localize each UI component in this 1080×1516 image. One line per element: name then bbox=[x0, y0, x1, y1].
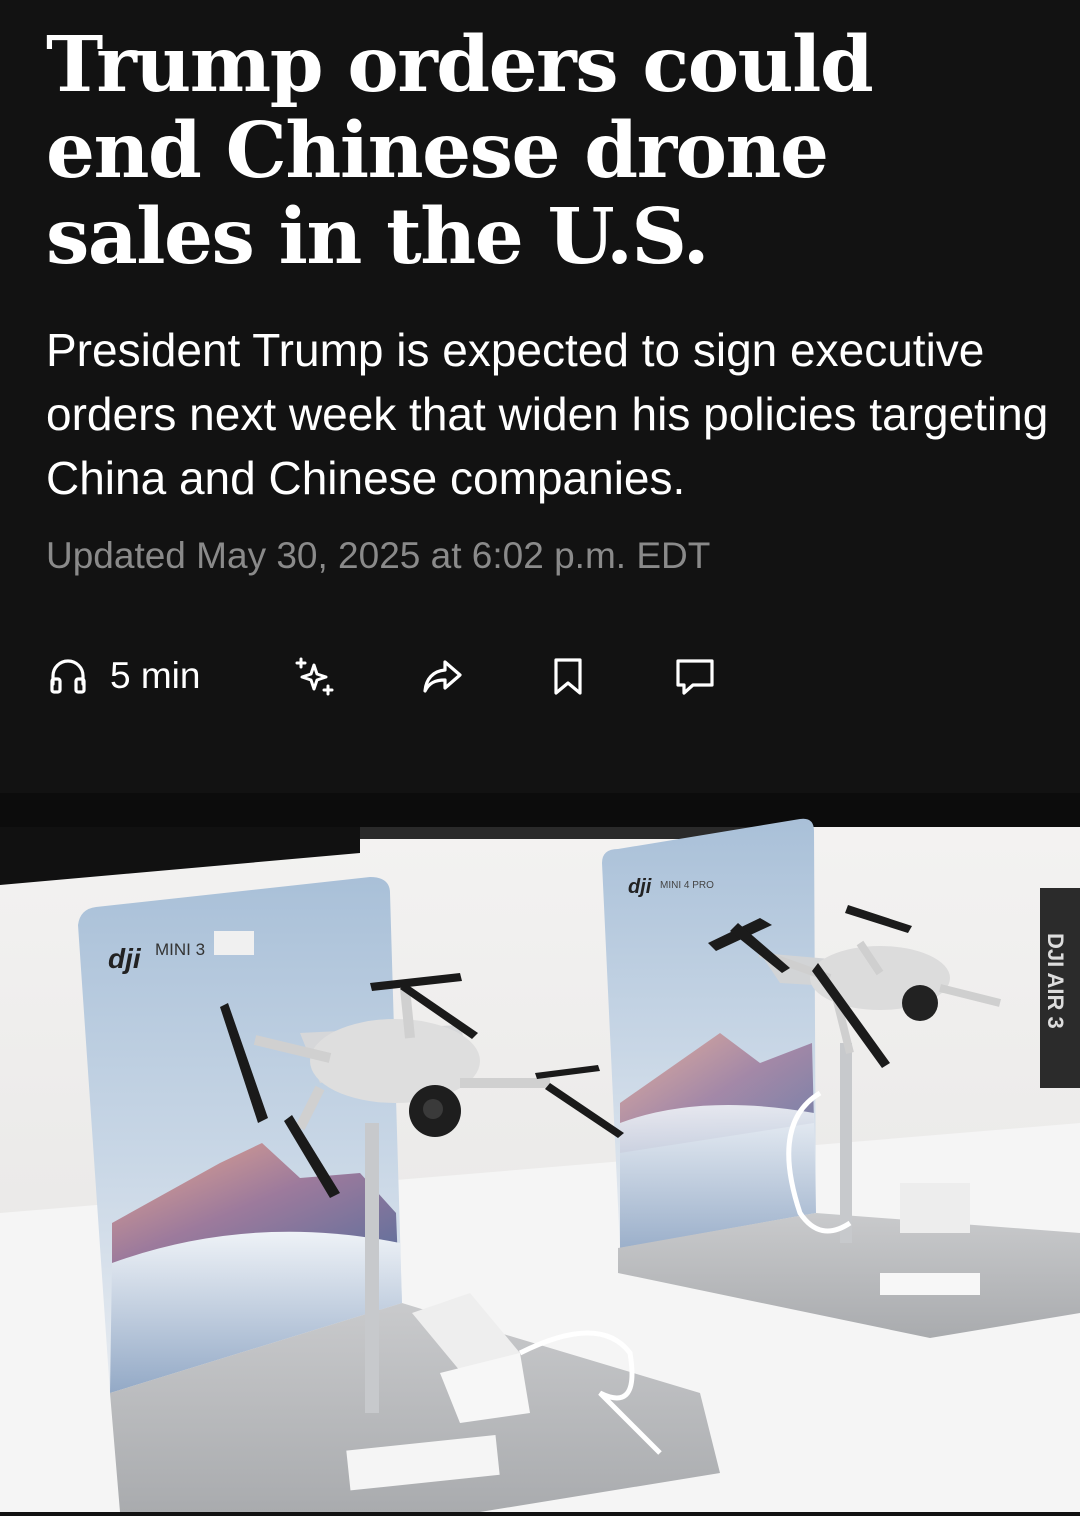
listen-button[interactable]: 5 min bbox=[46, 646, 200, 706]
right-display-brand: dji bbox=[628, 876, 652, 898]
hero-image: dji MINI 4 PRO DJI AIR 3 dji MINI 3 bbox=[0, 793, 1080, 1512]
share-arrow-icon bbox=[420, 654, 464, 698]
bookmark-icon bbox=[546, 654, 590, 698]
summarize-button[interactable] bbox=[292, 646, 336, 706]
article-header: Trump orders could end Chinese drone sal… bbox=[0, 0, 1080, 793]
left-display-model: MINI 3 bbox=[155, 940, 205, 959]
side-sign-text: DJI AIR 3 bbox=[1043, 933, 1068, 1029]
comments-button[interactable] bbox=[673, 646, 717, 706]
listen-duration: 5 min bbox=[110, 655, 201, 696]
article-action-bar: 5 min bbox=[46, 646, 746, 706]
save-button[interactable] bbox=[546, 646, 590, 706]
updated-timestamp: Updated May 30, 2025 at 6:02 p.m. EDT bbox=[46, 535, 711, 576]
left-display-brand: dji bbox=[108, 943, 142, 974]
drone-display-photo: dji MINI 4 PRO DJI AIR 3 dji MINI 3 bbox=[0, 793, 1080, 1512]
side-sign: DJI AIR 3 bbox=[1040, 888, 1080, 1088]
comment-icon bbox=[673, 654, 717, 698]
right-display-model: MINI 4 PRO bbox=[660, 880, 714, 891]
headphones-icon bbox=[46, 654, 90, 698]
sparkle-icon bbox=[292, 654, 336, 698]
headline: Trump orders could end Chinese drone sal… bbox=[46, 20, 874, 282]
share-button[interactable] bbox=[420, 646, 464, 706]
article-dek: President Trump is expected to sign exec… bbox=[46, 324, 1049, 504]
